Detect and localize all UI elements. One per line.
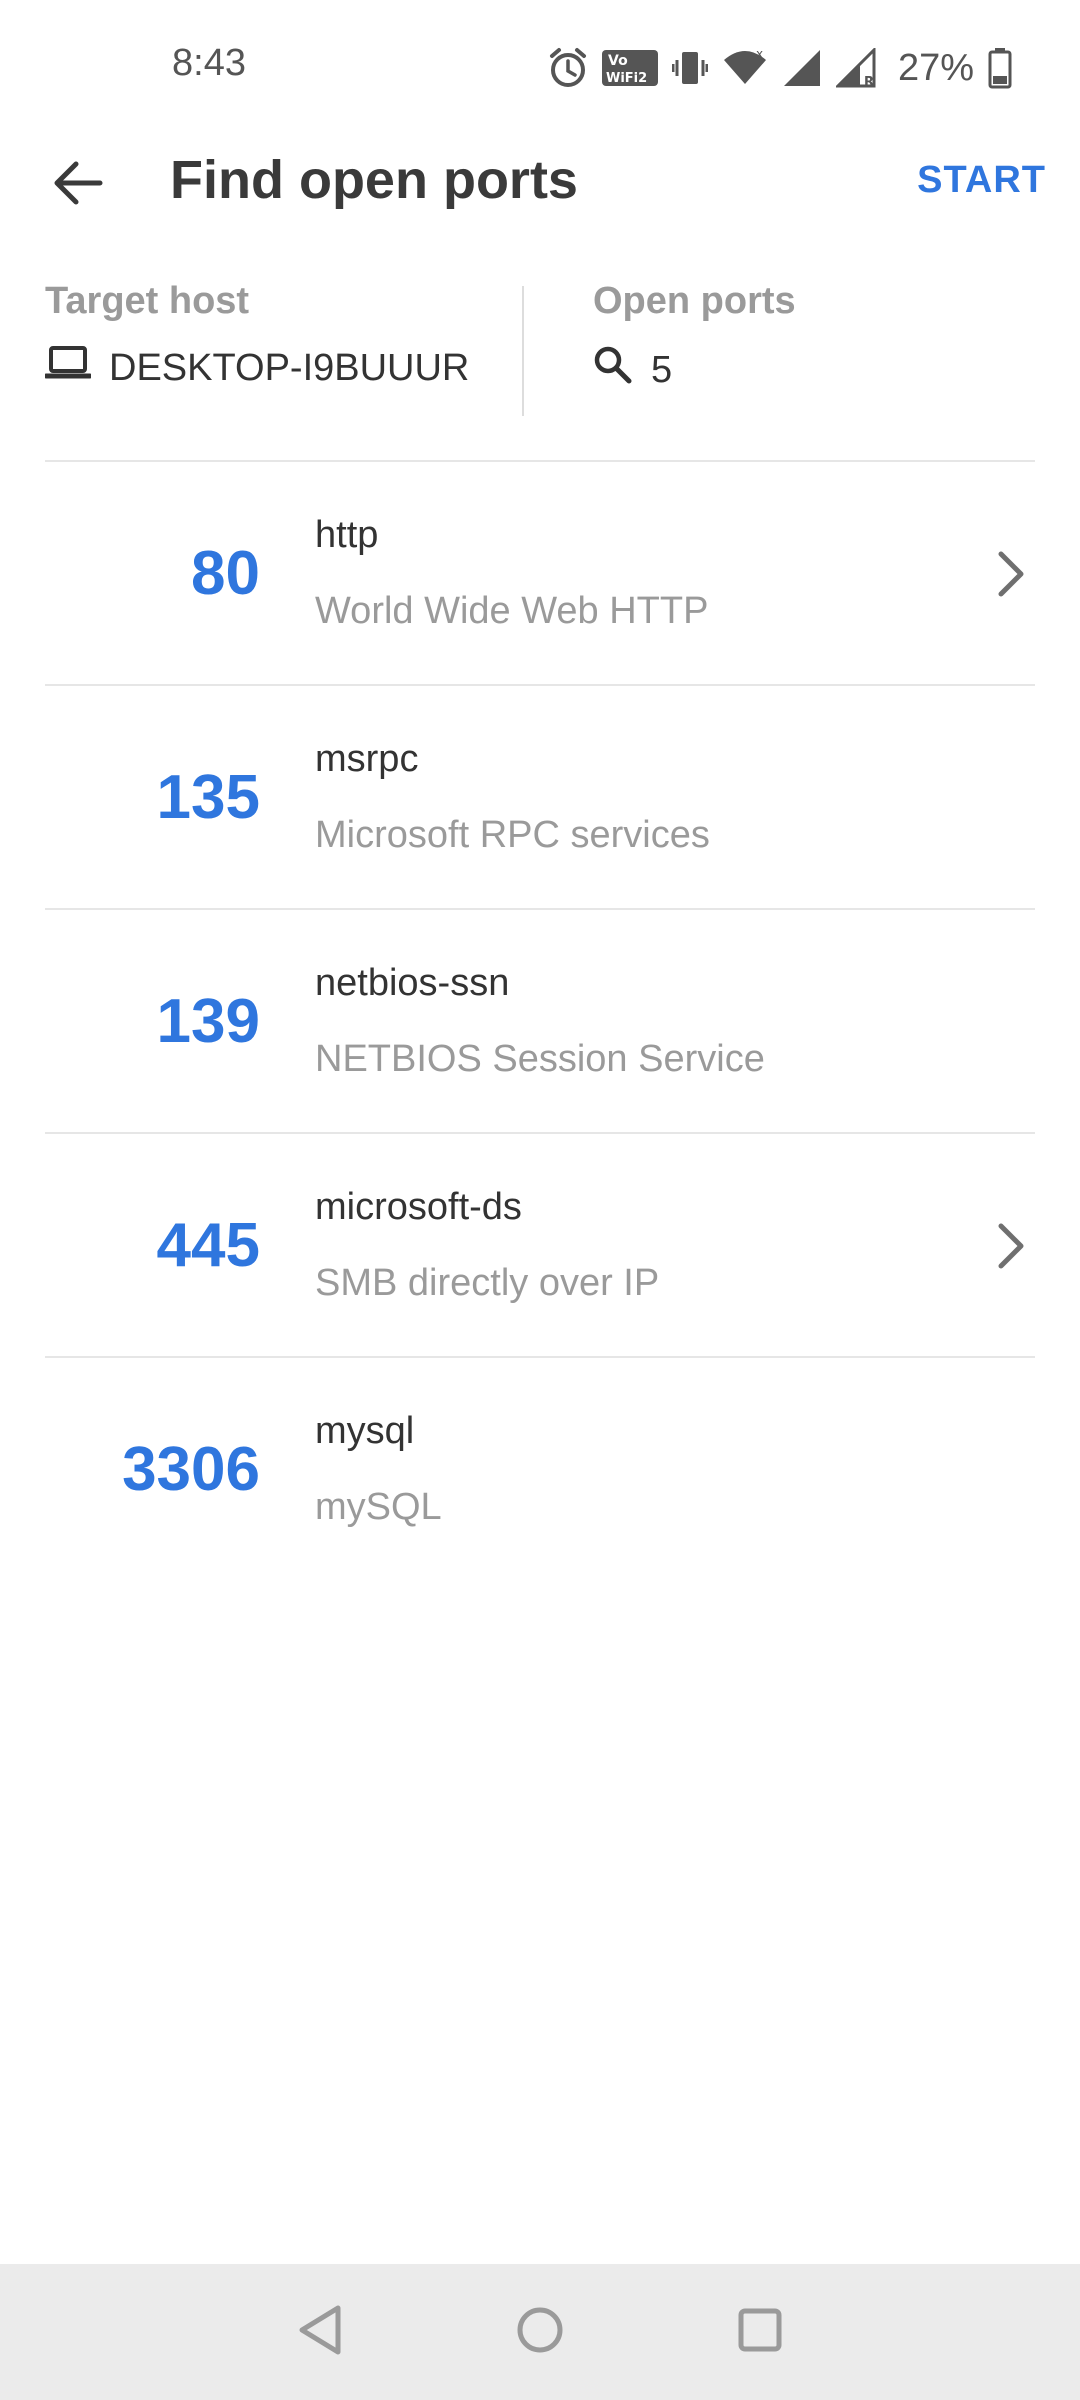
- port-number: 80: [191, 539, 260, 608]
- app-bar: Find open ports START: [0, 135, 1080, 235]
- port-service: mysql: [315, 1410, 415, 1452]
- port-row-135[interactable]: 135 msrpc Microsoft RPC services: [45, 686, 1035, 910]
- svg-text:WiFi2: WiFi2: [606, 71, 647, 86]
- port-number: 3306: [122, 1435, 260, 1504]
- summary-divider: [522, 286, 524, 416]
- port-number: 445: [156, 1211, 260, 1280]
- port-row-3306[interactable]: 3306 mysql mySQL: [45, 1358, 1035, 1582]
- battery-icon: [988, 47, 1012, 89]
- port-description: Microsoft RPC services: [315, 814, 710, 856]
- navigation-bar: [0, 2264, 1080, 2400]
- svg-text:x: x: [756, 48, 763, 61]
- open-ports-value: 5: [651, 348, 673, 391]
- port-description: SMB directly over IP: [315, 1262, 660, 1304]
- port-service: microsoft-ds: [315, 1186, 522, 1228]
- signal-roaming-icon: R: [835, 48, 878, 88]
- target-host-label: Target host: [45, 280, 250, 322]
- nav-back-button[interactable]: [286, 2298, 354, 2366]
- chevron-right-icon: [991, 548, 1031, 600]
- target-host-value: DESKTOP-I9BUUUR: [109, 346, 470, 389]
- svg-text:Vo: Vo: [608, 53, 628, 69]
- triangle-back-icon: [294, 2302, 346, 2363]
- port-list: 80 http World Wide Web HTTP 135 msrpc Mi…: [45, 462, 1035, 1582]
- laptop-icon: [43, 345, 93, 391]
- circle-home-icon: [514, 2304, 566, 2361]
- vowifi-icon: Vo WiFi2: [601, 48, 658, 88]
- port-row-445[interactable]: 445 microsoft-ds SMB directly over IP: [45, 1134, 1035, 1358]
- vibrate-icon: [671, 48, 708, 88]
- port-service: netbios-ssn: [315, 962, 510, 1004]
- alarm-icon: [548, 46, 588, 90]
- status-bar: 8:43 Vo WiFi2 x R 27%: [0, 0, 1080, 135]
- signal-icon: [782, 48, 822, 88]
- page-title: Find open ports: [170, 150, 578, 210]
- nav-recents-button[interactable]: [726, 2298, 794, 2366]
- port-number: 139: [156, 987, 260, 1056]
- port-description: mySQL: [315, 1486, 442, 1528]
- port-description: NETBIOS Session Service: [315, 1038, 765, 1080]
- port-service: msrpc: [315, 738, 419, 780]
- open-ports-count: 5: [593, 345, 796, 395]
- status-icons: Vo WiFi2 x R 27%: [548, 40, 1012, 96]
- screen: 8:43 Vo WiFi2 x R 27% Find open ports ST…: [0, 0, 1080, 2400]
- port-row-80[interactable]: 80 http World Wide Web HTTP: [45, 462, 1035, 686]
- arrow-back-icon: [52, 159, 104, 212]
- start-button[interactable]: START: [917, 159, 1046, 202]
- port-service: http: [315, 514, 379, 556]
- search-icon: [593, 345, 633, 395]
- port-description: World Wide Web HTTP: [315, 590, 709, 632]
- port-number: 135: [156, 763, 260, 832]
- battery-percent: 27%: [897, 46, 974, 89]
- chevron-right-icon: [991, 1220, 1031, 1272]
- target-host-section: Target host DESKTOP-I9BUUUR: [43, 280, 470, 391]
- scan-summary: Target host DESKTOP-I9BUUUR Open ports 5: [43, 280, 1035, 420]
- square-recents-icon: [734, 2304, 786, 2361]
- status-time: 8:43: [172, 42, 246, 84]
- nav-home-button[interactable]: [506, 2298, 574, 2366]
- target-host[interactable]: DESKTOP-I9BUUUR: [43, 345, 470, 391]
- open-ports-section: Open ports 5: [593, 280, 796, 395]
- back-button[interactable]: [40, 147, 116, 223]
- wifi-icon: x: [722, 48, 768, 88]
- port-row-139[interactable]: 139 netbios-ssn NETBIOS Session Service: [45, 910, 1035, 1134]
- open-ports-label: Open ports: [593, 280, 796, 322]
- svg-text:R: R: [864, 75, 874, 88]
